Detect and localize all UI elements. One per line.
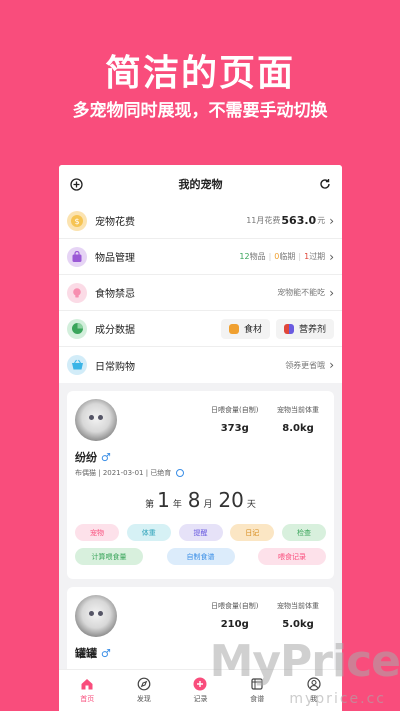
home-icon — [80, 677, 94, 691]
basket-icon — [67, 355, 87, 375]
chevron-right-icon: › — [329, 285, 334, 300]
shopping-hint: 领券更省哦 — [285, 360, 326, 370]
pet-actions: 计算喂食量 自制食谱 喂食记录 — [75, 548, 326, 565]
hero-title: 简洁的页面 — [104, 53, 295, 94]
tag-checkup[interactable]: 检查 — [282, 524, 326, 541]
menu-label: 宠物花费 — [95, 217, 135, 228]
tab-discover[interactable]: 发现 — [116, 670, 173, 711]
burger-icon — [228, 323, 239, 334]
top-bar: 我的宠物 — [59, 165, 342, 203]
tab-home[interactable]: 首页 — [59, 670, 116, 711]
ingredients-button[interactable]: 食材 — [220, 318, 270, 339]
avatar — [75, 399, 117, 441]
svg-text:$: $ — [74, 217, 79, 226]
pet-info: 布偶猫 | 2021-03-01 | 已绝育 — [75, 468, 326, 478]
normal-label: 物品 — [249, 252, 266, 261]
recipe-button[interactable]: 自制食谱 — [166, 548, 235, 565]
bulb-icon — [67, 282, 87, 303]
taboo-hint: 宠物能不能吃 — [277, 288, 326, 297]
tag-weight[interactable]: 体重 — [126, 524, 171, 541]
feed-value: 373g — [220, 423, 249, 434]
pet-name: 罐罐 — [75, 647, 97, 660]
pie-icon — [67, 318, 87, 339]
plus-circle-icon — [193, 677, 207, 691]
phone-screen: 我的宠物 $ 宠物花费 11月花费 563.0 元 › 物品管理 12 物品 |… — [59, 165, 342, 711]
pet-name: 纷纷 — [75, 451, 97, 464]
compass-icon — [137, 677, 151, 691]
age-counter: 第1年 8月 20 天 — [145, 488, 256, 512]
tag-pet[interactable]: 宠物 — [75, 524, 119, 541]
chevron-right-icon: › — [329, 358, 334, 372]
cost-value: 563.0 — [281, 214, 317, 227]
calc-feed-button[interactable]: 计算喂食量 — [75, 548, 143, 565]
menu-label: 日常购物 — [95, 361, 135, 373]
menu-label: 物品管理 — [95, 253, 135, 264]
pet-tags: 宠物 体重 提醒 日记 检查 — [75, 524, 326, 541]
menu-label: 成分数据 — [95, 325, 135, 336]
capsule-icon — [283, 323, 294, 334]
avatar — [75, 595, 117, 637]
menu-item-shopping[interactable]: 日常购物 领券更省哦 › — [59, 347, 342, 383]
weight-value: 5.0kg — [282, 619, 314, 630]
weight-label: 宠物当前体重 — [277, 406, 319, 414]
hero-subtitle: 多宠物同时展现，不需要手动切换 — [72, 101, 328, 121]
cost-month-label: 11月花费 — [246, 216, 281, 225]
male-icon: ♂ — [100, 451, 111, 464]
cost-unit: 元 — [317, 216, 326, 225]
chevron-right-icon: › — [329, 213, 334, 228]
menu-item-food-taboo[interactable]: 食物禁忌 宠物能不能吃 › — [59, 275, 342, 311]
expired-label: 过期 — [309, 252, 326, 261]
edit-icon[interactable] — [175, 469, 184, 477]
weight-label: 宠物当前体重 — [277, 602, 319, 610]
tag-reminder[interactable]: 提醒 — [178, 524, 223, 541]
watermark: MyPrice — [209, 636, 400, 687]
add-pet-icon[interactable] — [69, 177, 83, 191]
weight-value: 8.0kg — [282, 423, 314, 434]
page-title: 我的宠物 — [178, 178, 223, 191]
feed-label: 日喂食量(自制) — [211, 406, 259, 414]
menu-item-ingredients: 成分数据 食材 营养剂 — [59, 311, 342, 347]
chevron-right-icon: › — [329, 249, 334, 264]
feed-value: 210g — [220, 619, 249, 630]
supplement-button[interactable]: 营养剂 — [275, 318, 334, 339]
bag-icon — [67, 246, 87, 267]
menu-item-items[interactable]: 物品管理 12 物品 | 0 临期 | 1 过期 › — [59, 239, 342, 275]
feature-menu: $ 宠物花费 11月花费 563.0 元 › 物品管理 12 物品 | 0 临期… — [59, 203, 342, 383]
pet-card[interactable]: 日喂食量(自制) 373g 宠物当前体重 8.0kg 纷纷 ♂ 布偶猫 | 20… — [67, 391, 334, 579]
watermark-url: myprice.cc — [289, 691, 386, 707]
menu-label: 食物禁忌 — [95, 289, 135, 300]
coin-icon: $ — [67, 210, 87, 231]
refresh-icon[interactable] — [318, 177, 332, 191]
male-icon: ♂ — [100, 647, 111, 660]
warn-label: 临期 — [279, 252, 296, 261]
feed-record-button[interactable]: 喂食记录 — [258, 548, 326, 565]
feed-label: 日喂食量(自制) — [211, 602, 259, 610]
normal-count: 12 — [239, 252, 250, 261]
tag-diary[interactable]: 日记 — [230, 524, 275, 541]
menu-item-pet-cost[interactable]: $ 宠物花费 11月花费 563.0 元 › — [59, 203, 342, 239]
